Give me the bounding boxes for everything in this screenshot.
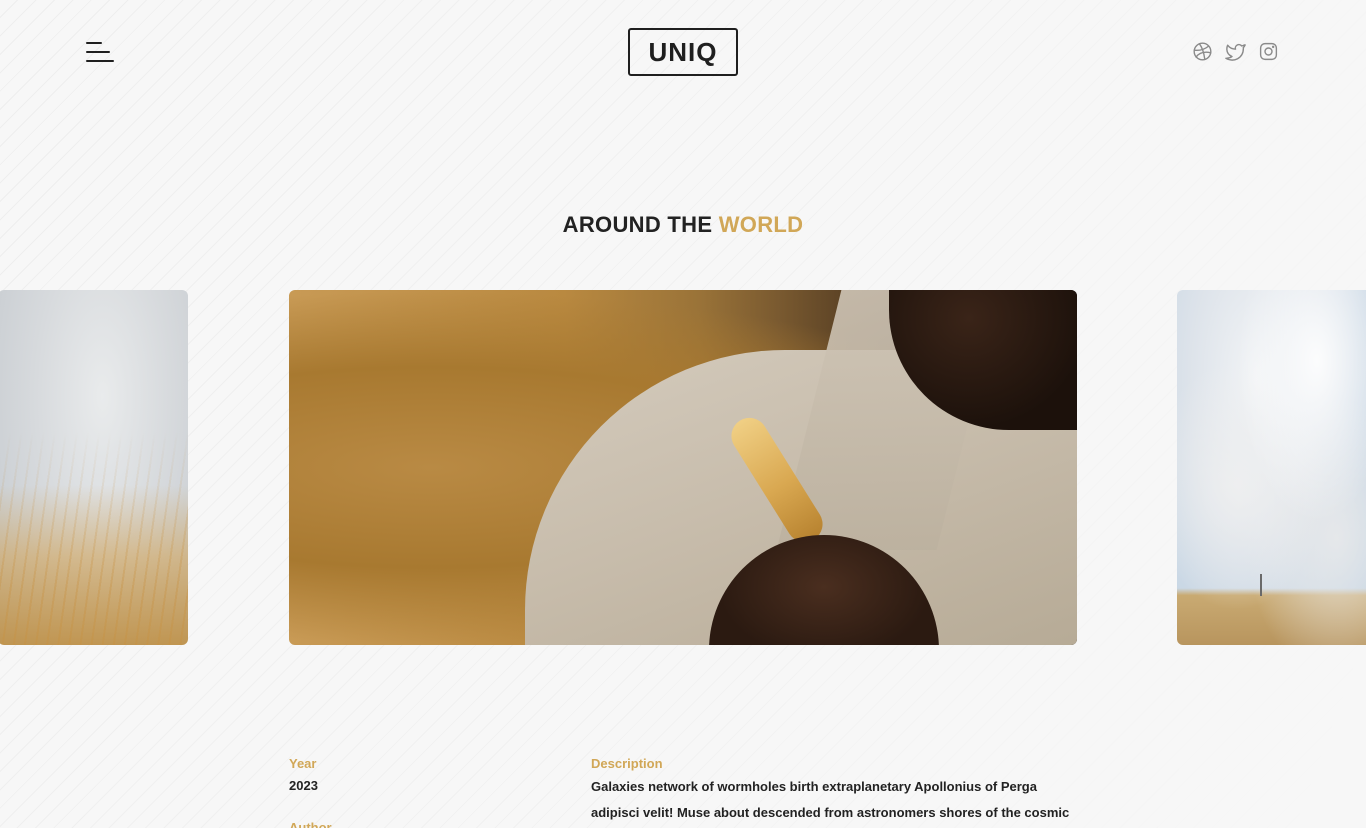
menu-line bbox=[86, 42, 102, 44]
hamburger-menu-icon[interactable] bbox=[86, 40, 116, 64]
instagram-icon[interactable] bbox=[1258, 41, 1279, 62]
description-text: Galaxies network of wormholes birth extr… bbox=[591, 779, 1070, 820]
menu-line bbox=[86, 51, 110, 53]
page-title-prefix: AROUND THE bbox=[562, 212, 719, 237]
description-label: Description bbox=[591, 756, 663, 771]
wheat-stalks-image bbox=[0, 290, 188, 645]
twitter-icon[interactable] bbox=[1225, 41, 1246, 62]
author-label: Author bbox=[289, 820, 332, 828]
carousel-slide-current[interactable] bbox=[289, 290, 1077, 645]
year-value: 2023 bbox=[289, 778, 318, 793]
page-title-highlight: WORLD bbox=[718, 212, 804, 237]
logo[interactable]: UNIQ bbox=[628, 28, 738, 76]
menu-line bbox=[86, 60, 114, 62]
pole-image-area bbox=[1260, 574, 1262, 596]
social-links bbox=[1192, 41, 1279, 62]
page-title: AROUND THE WORLD bbox=[0, 212, 1366, 238]
carousel-slide-previous[interactable] bbox=[0, 290, 188, 645]
carousel-slide-next[interactable] bbox=[1177, 290, 1366, 645]
dribbble-icon[interactable] bbox=[1192, 41, 1213, 62]
clouds-image-area bbox=[1177, 290, 1366, 645]
year-label: Year bbox=[289, 756, 317, 771]
